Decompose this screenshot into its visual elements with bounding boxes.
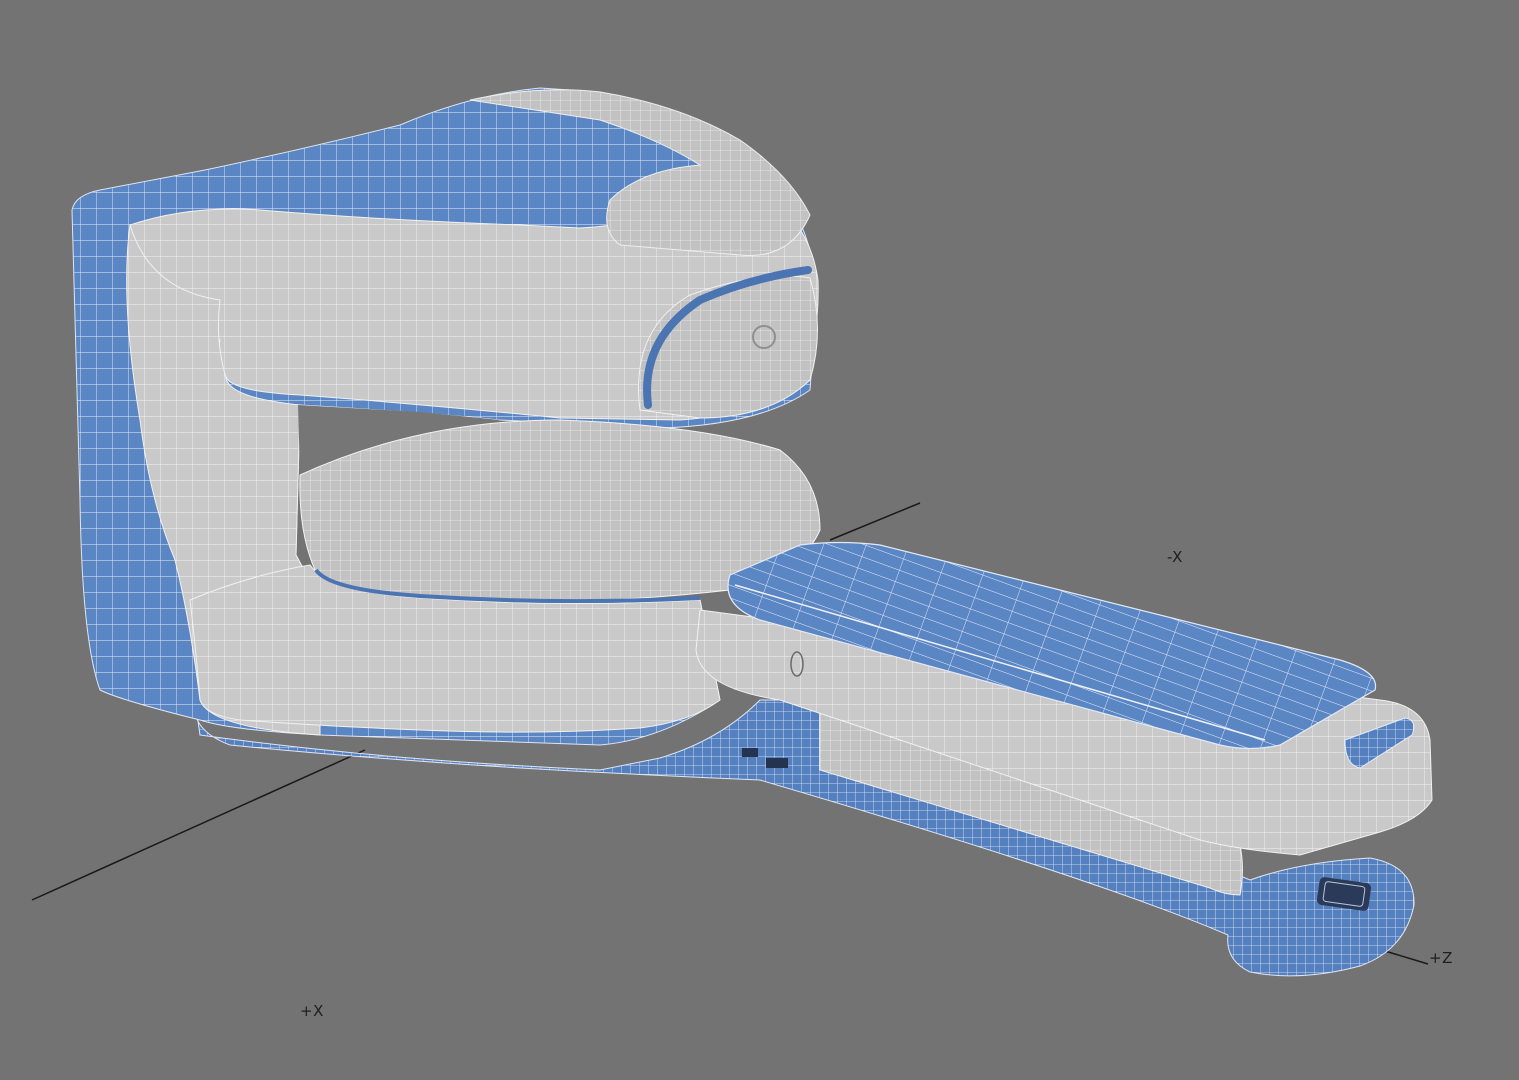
base-slot-right — [766, 758, 788, 768]
axis-label-pos-z: +Z — [1429, 949, 1453, 967]
axis-label-pos-x: +X — [300, 1002, 324, 1020]
3d-viewport[interactable]: -X +X +Z — [0, 0, 1519, 1080]
base-slot-left — [742, 748, 758, 757]
axis-label-neg-x: -X — [1167, 548, 1183, 566]
mri-scanner-model[interactable] — [0, 0, 1519, 1080]
